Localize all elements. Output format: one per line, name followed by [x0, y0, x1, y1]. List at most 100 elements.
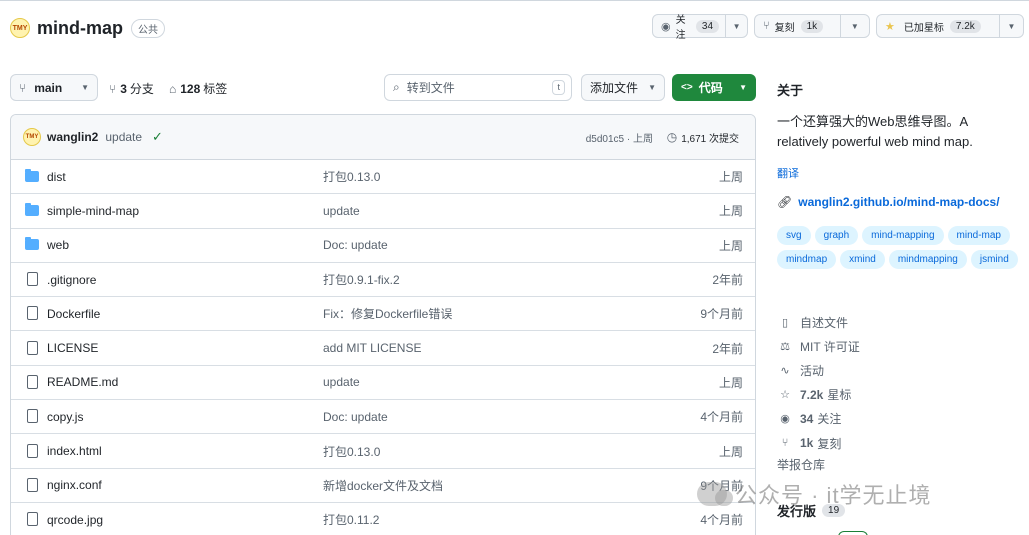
file-name-link[interactable]: LICENSE: [47, 341, 98, 355]
author-avatar[interactable]: TMY: [23, 128, 41, 146]
file-name-link[interactable]: simple-mind-map: [47, 204, 139, 218]
chevron-down-icon[interactable]: ▼: [999, 15, 1023, 37]
file-row[interactable]: copy.js Doc: update 4个月前: [11, 400, 755, 435]
branches-link[interactable]: ⑂ 3 分支: [109, 80, 154, 97]
topic-tag[interactable]: xmind: [840, 250, 885, 269]
topic-list: svg graph mind-mapping mind-map mindmap xmind…: [777, 226, 1022, 269]
activity-link[interactable]: ∿ 活动: [777, 358, 860, 382]
branch-name: main: [34, 80, 63, 95]
owner-avatar[interactable]: TMY: [10, 18, 30, 38]
file-commit-message-link[interactable]: Doc: update: [323, 410, 388, 424]
topic-tag[interactable]: mind-mapping: [862, 226, 944, 245]
chevron-down-icon: ▼: [739, 83, 747, 92]
file-name-link[interactable]: .gitignore: [47, 273, 96, 287]
file-commit-message-link[interactable]: 打包0.9.1-fix.2: [323, 271, 400, 288]
file-row[interactable]: index.html 打包0.13.0 上周: [11, 434, 755, 469]
file-commit-message-link[interactable]: update: [323, 204, 360, 218]
tags-label: 标签: [203, 82, 228, 96]
branches-label: 分支: [129, 82, 154, 96]
topic-tag[interactable]: graph: [814, 226, 859, 245]
file-name-link[interactable]: nginx.conf: [47, 478, 102, 492]
homepage-link[interactable]: 🔗︎ wanglin2.github.io/mind-map-docs/: [777, 195, 1000, 209]
license-link[interactable]: ⚖ MIT 许可证: [777, 334, 860, 358]
code-button[interactable]: <> 代码 ▼: [672, 74, 756, 101]
latest-release-badge[interactable]: [838, 531, 868, 535]
file-name-link[interactable]: qrcode.jpg: [47, 513, 103, 527]
repo-header: TMY mind-map 公共: [10, 14, 166, 42]
chevron-down-icon[interactable]: ▼: [725, 15, 747, 37]
file-row[interactable]: simple-mind-map update 上周: [11, 194, 755, 229]
chevron-down-icon[interactable]: ▼: [839, 15, 869, 37]
file-age: 上周: [718, 170, 743, 185]
watchers-label: 关注: [817, 412, 842, 427]
file-name-link[interactable]: web: [47, 238, 69, 252]
file-age: 上周: [718, 444, 743, 459]
branches-count: 3: [120, 81, 127, 96]
folder-icon: [24, 168, 40, 184]
file-name-link[interactable]: dist: [47, 170, 66, 184]
readme-link[interactable]: ▯ 自述文件: [777, 310, 860, 334]
topic-tag[interactable]: svg: [777, 226, 811, 245]
watch-button[interactable]: ◉ 关注 34 ▼: [652, 14, 748, 41]
branch-selector[interactable]: ⑂ main ▼: [10, 74, 98, 101]
file-row[interactable]: web Doc: update 上周: [11, 229, 755, 263]
file-row[interactable]: nginx.conf 新增docker文件及文档 9个月前: [11, 469, 755, 503]
file-name-link[interactable]: index.html: [47, 444, 102, 458]
file-row[interactable]: .gitignore 打包0.9.1-fix.2 2年前: [11, 263, 755, 298]
stars-link[interactable]: ☆ 7.2k 星标: [777, 383, 860, 407]
folder-icon: [24, 237, 40, 252]
folder-icon: [24, 202, 40, 218]
topic-tag[interactable]: mindmap: [777, 250, 837, 269]
file-commit-message-link[interactable]: 新增docker文件及文档: [323, 477, 443, 494]
file-row[interactable]: dist 打包0.13.0 上周: [11, 160, 755, 195]
add-file-button[interactable]: 添加文件 ▼: [581, 74, 665, 101]
file-name-link[interactable]: copy.js: [47, 410, 83, 424]
watchers-link[interactable]: ◉ 34 关注: [777, 407, 860, 431]
commit-author-link[interactable]: wanglin2: [47, 130, 98, 144]
latest-commit-bar: TMY wanglin2 update ✓ d5d01c5 · 上周 ◷ 1,6…: [11, 115, 755, 160]
file-row[interactable]: README.md update 上周: [11, 366, 755, 401]
file-age: 9个月前: [700, 307, 743, 322]
star-icon: ☆: [780, 389, 790, 402]
fork-icon: ⑂: [781, 437, 789, 450]
fork-count: 1k: [800, 19, 824, 33]
file-name-link[interactable]: README.md: [47, 375, 118, 389]
search-icon: ⌕: [393, 80, 400, 94]
file-commit-message-link[interactable]: update: [323, 375, 360, 389]
topic-tag[interactable]: jsmind: [970, 250, 1018, 269]
tags-link[interactable]: ⌂ 128 标签: [169, 80, 227, 97]
topic-tag[interactable]: mindmapping: [888, 250, 967, 269]
file-name-link[interactable]: Dockerfile: [47, 307, 100, 321]
forks-count: 1k: [800, 436, 814, 451]
repo-name-link[interactable]: mind-map: [37, 18, 123, 39]
file-age: 4个月前: [700, 513, 743, 528]
commit-hash-link[interactable]: d5d01c5 · 上周: [586, 130, 653, 145]
topic-tag[interactable]: mind-map: [947, 226, 1010, 245]
file-row[interactable]: LICENSE add MIT LICENSE 2年前: [11, 331, 755, 366]
file-commit-message-link[interactable]: 打包0.13.0: [323, 443, 380, 460]
forks-link[interactable]: ⑂ 1k 复刻: [777, 431, 860, 455]
file-row[interactable]: qrcode.jpg 打包0.11.2 4个月前: [11, 503, 755, 535]
file-icon: [24, 408, 40, 425]
file-commit-message-link[interactable]: 打包0.13.0: [323, 168, 380, 185]
wechat-icon: [697, 482, 733, 506]
commit-message-link[interactable]: update: [105, 130, 142, 144]
about-heading: 关于: [777, 83, 804, 98]
star-button[interactable]: ★ 已加星标 7.2k ▼: [876, 14, 1024, 38]
translate-link[interactable]: 翻译: [777, 165, 799, 181]
file-age: 上周: [718, 204, 743, 219]
file-commit-message-link[interactable]: add MIT LICENSE: [323, 341, 421, 355]
report-repo-link[interactable]: 举报仓库: [777, 456, 825, 473]
file-commit-message-link[interactable]: Doc: update: [323, 238, 388, 252]
check-icon[interactable]: ✓: [152, 129, 163, 145]
go-to-file-input[interactable]: ⌕ 转到文件 t: [384, 74, 572, 101]
file-row[interactable]: Dockerfile Fix：修复Dockerfile错误 9个月前: [11, 297, 755, 332]
fork-button[interactable]: ⑂ 复刻 1k ▼: [754, 14, 870, 38]
file-icon: [24, 443, 40, 460]
search-placeholder: 转到文件: [406, 81, 455, 95]
commit-history-link[interactable]: ◷ 1,671 次提交: [667, 130, 739, 145]
file-commit-message-link[interactable]: 打包0.11.2: [323, 511, 379, 528]
file-commit-message-link[interactable]: Fix：修复Dockerfile错误: [323, 305, 452, 322]
fork-icon: ⑂: [763, 20, 770, 32]
link-icon: 🔗︎: [777, 195, 793, 209]
